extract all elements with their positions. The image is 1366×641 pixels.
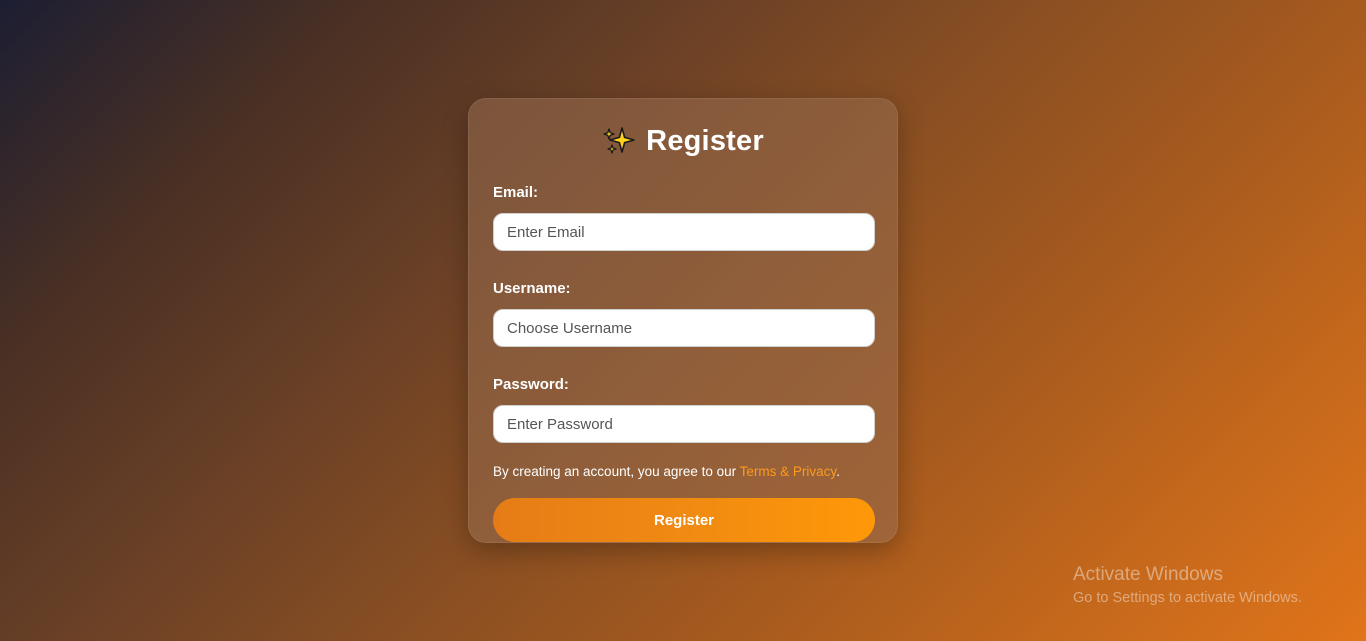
form-header: Register — [493, 123, 873, 159]
watermark-title: Activate Windows — [1073, 564, 1223, 585]
watermark-subtitle: Go to Settings to activate Windows. — [1073, 590, 1302, 606]
activation-watermark: Activate Windows Go to Settings to activ… — [1073, 563, 1302, 609]
username-label: Username: — [493, 280, 571, 297]
register-card: Register Email: Username: Password: By c… — [468, 98, 898, 543]
sparkles-icon — [602, 124, 636, 158]
password-field[interactable] — [493, 405, 875, 443]
register-button[interactable]: Register — [493, 498, 875, 542]
username-field[interactable] — [493, 309, 875, 347]
terms-notice: By creating an account, you agree to our… — [493, 463, 873, 481]
terms-prefix: By creating an account, you agree to our — [493, 464, 740, 479]
page-title: Register — [646, 124, 764, 157]
terms-suffix: . — [836, 464, 840, 479]
password-label: Password: — [493, 376, 569, 393]
terms-privacy-link[interactable]: Terms & Privacy — [740, 464, 837, 479]
email-label: Email: — [493, 184, 539, 201]
email-field[interactable] — [493, 213, 875, 251]
